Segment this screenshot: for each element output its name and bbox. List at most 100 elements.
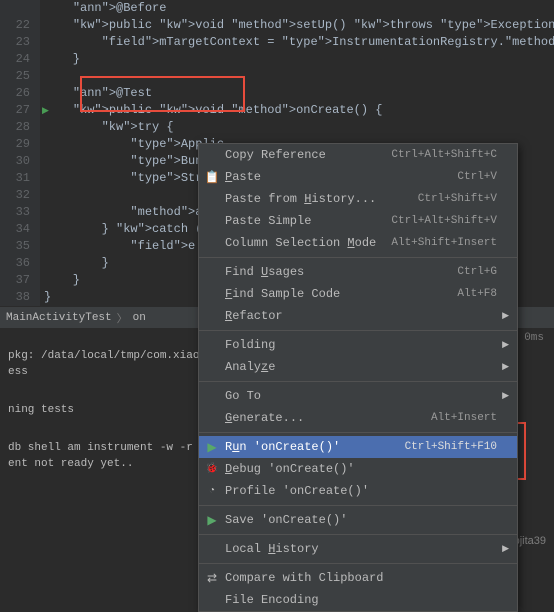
code-line[interactable]: 27 "kw">public "kw">void "method">onCrea… xyxy=(0,102,554,119)
menu-label: Refactor xyxy=(225,309,497,323)
submenu-arrow-icon: ▶ xyxy=(502,340,509,350)
menu-label: Go To xyxy=(225,389,497,403)
menu-label: Local History xyxy=(225,542,497,556)
submenu-arrow-icon: ▶ xyxy=(502,544,509,554)
line-content[interactable]: } xyxy=(40,51,80,68)
menu-label: Paste Simple xyxy=(225,214,391,228)
menu-label: Paste from History... xyxy=(225,192,418,206)
menu-label: Debug 'onCreate()' xyxy=(225,462,497,476)
code-line[interactable]: 24 } xyxy=(0,51,554,68)
run-gutter-icon[interactable]: ▶ xyxy=(42,106,49,116)
menu-shortcut: Ctrl+Alt+Shift+V xyxy=(391,215,497,227)
line-number: 37 xyxy=(0,272,40,289)
line-number: 26 xyxy=(0,85,40,102)
menu-shortcut: Alt+F8 xyxy=(457,288,497,300)
menu-item-paste-from-history[interactable]: Paste from History...Ctrl+Shift+V xyxy=(199,188,517,210)
menu-item-refactor[interactable]: Refactor ▶ xyxy=(199,305,517,327)
code-line[interactable]: 22 "kw">public "kw">void "method">setUp(… xyxy=(0,17,554,34)
line-content[interactable]: "ann">@Test xyxy=(40,85,152,102)
menu-label: Analyze xyxy=(225,360,497,374)
menu-label: Copy Reference xyxy=(225,148,391,162)
line-content[interactable]: "ann">@Before xyxy=(40,0,166,17)
menu-label: Compare with Clipboard xyxy=(225,571,497,585)
menu-item-column-selection-mode[interactable]: Column Selection ModeAlt+Shift+Insert xyxy=(199,232,517,254)
menu-item-find-sample-code[interactable]: Find Sample CodeAlt+F8 xyxy=(199,283,517,305)
line-content[interactable]: "kw">public "kw">void "method">onCreate(… xyxy=(40,102,383,119)
menu-item-debug-oncreate[interactable]: 🐞 Debug 'onCreate()' xyxy=(199,458,517,480)
menu-item-compare-with-clipboard[interactable]: ⇄ Compare with Clipboard xyxy=(199,567,517,589)
menu-item-paste-simple[interactable]: Paste SimpleCtrl+Alt+Shift+V xyxy=(199,210,517,232)
line-number: 35 xyxy=(0,238,40,255)
menu-label: Column Selection Mode xyxy=(225,236,391,250)
code-line[interactable]: 28 "kw">try { xyxy=(0,119,554,136)
debug-icon: 🐞 xyxy=(205,462,219,476)
save-icon: ▶ xyxy=(205,513,219,527)
submenu-arrow-icon: ▶ xyxy=(502,311,509,321)
line-number xyxy=(0,0,40,17)
line-number: 23 xyxy=(0,34,40,51)
menu-item-copy-reference[interactable]: Copy ReferenceCtrl+Alt+Shift+C xyxy=(199,144,517,166)
menu-item-save-oncreate[interactable]: ▶ Save 'onCreate()' xyxy=(199,509,517,531)
line-content[interactable]: } xyxy=(40,272,80,289)
context-menu[interactable]: Copy ReferenceCtrl+Alt+Shift+C📋PasteCtrl… xyxy=(198,143,518,612)
menu-separator xyxy=(199,563,517,564)
menu-item-analyze[interactable]: Analyze ▶ xyxy=(199,356,517,378)
code-line[interactable]: 23 "field">mTargetContext = "type">Instr… xyxy=(0,34,554,51)
breadcrumb-file[interactable]: MainActivityTest xyxy=(6,312,112,324)
menu-shortcut: Ctrl+Shift+V xyxy=(418,193,497,205)
menu-label: Profile 'onCreate()' xyxy=(225,484,497,498)
line-content[interactable]: "kw">public "kw">void "method">setUp() "… xyxy=(40,17,554,34)
menu-label: File Encoding xyxy=(225,593,497,607)
menu-item-local-history[interactable]: Local History ▶ xyxy=(199,538,517,560)
line-number: 33 xyxy=(0,204,40,221)
line-number: 36 xyxy=(0,255,40,272)
menu-shortcut: Alt+Insert xyxy=(431,412,497,424)
line-content[interactable] xyxy=(40,187,44,204)
line-content[interactable]: } xyxy=(40,289,51,306)
line-number: 31 xyxy=(0,170,40,187)
line-content[interactable]: "type">Bundle xyxy=(40,153,224,170)
breadcrumb-method[interactable]: on xyxy=(133,312,146,324)
menu-item-profile-oncreate[interactable]: ◔ Profile 'onCreate()' xyxy=(199,480,517,502)
menu-item-file-encoding[interactable]: File Encoding xyxy=(199,589,517,611)
menu-label: Save 'onCreate()' xyxy=(225,513,497,527)
line-number: 28 xyxy=(0,119,40,136)
submenu-arrow-icon: ▶ xyxy=(502,362,509,372)
line-content[interactable]: "field">mTargetContext = "type">Instrume… xyxy=(40,34,554,51)
menu-item-find-usages[interactable]: Find UsagesCtrl+G xyxy=(199,261,517,283)
menu-separator xyxy=(199,505,517,506)
compare-icon: ⇄ xyxy=(205,571,219,585)
profile-icon: ◔ xyxy=(205,484,219,498)
menu-separator xyxy=(199,257,517,258)
line-number: 27 xyxy=(0,102,40,119)
menu-shortcut: Ctrl+V xyxy=(457,171,497,183)
menu-label: Find Usages xyxy=(225,265,457,279)
menu-label: Run 'onCreate()' xyxy=(225,440,405,454)
paste-icon: 📋 xyxy=(205,170,219,184)
menu-separator xyxy=(199,432,517,433)
menu-shortcut: Ctrl+Alt+Shift+C xyxy=(391,149,497,161)
code-line[interactable]: 25 xyxy=(0,68,554,85)
line-content[interactable]: "kw">try { xyxy=(40,119,174,136)
line-number: 29 xyxy=(0,136,40,153)
menu-item-paste[interactable]: 📋 PasteCtrl+V xyxy=(199,166,517,188)
menu-item-generate[interactable]: Generate...Alt+Insert xyxy=(199,407,517,429)
submenu-arrow-icon: ▶ xyxy=(502,391,509,401)
menu-item-folding[interactable]: Folding▶ xyxy=(199,334,517,356)
code-line[interactable]: "ann">@Before xyxy=(0,0,554,17)
line-number: 38 xyxy=(0,289,40,306)
menu-label: Paste xyxy=(225,170,457,184)
line-number: 32 xyxy=(0,187,40,204)
menu-shortcut: Ctrl+G xyxy=(457,266,497,278)
menu-separator xyxy=(199,381,517,382)
line-number: 22 xyxy=(0,17,40,34)
menu-separator xyxy=(199,330,517,331)
run-icon: ▶ xyxy=(205,440,219,454)
line-content[interactable]: } xyxy=(40,255,109,272)
menu-item-go-to[interactable]: Go To ▶ xyxy=(199,385,517,407)
menu-item-run-oncreate[interactable]: ▶Run 'onCreate()'Ctrl+Shift+F10 xyxy=(199,436,517,458)
line-number: 25 xyxy=(0,68,40,85)
code-line[interactable]: 26 "ann">@Test xyxy=(0,85,554,102)
menu-shortcut: Alt+Shift+Insert xyxy=(391,237,497,249)
line-content[interactable] xyxy=(40,68,44,85)
